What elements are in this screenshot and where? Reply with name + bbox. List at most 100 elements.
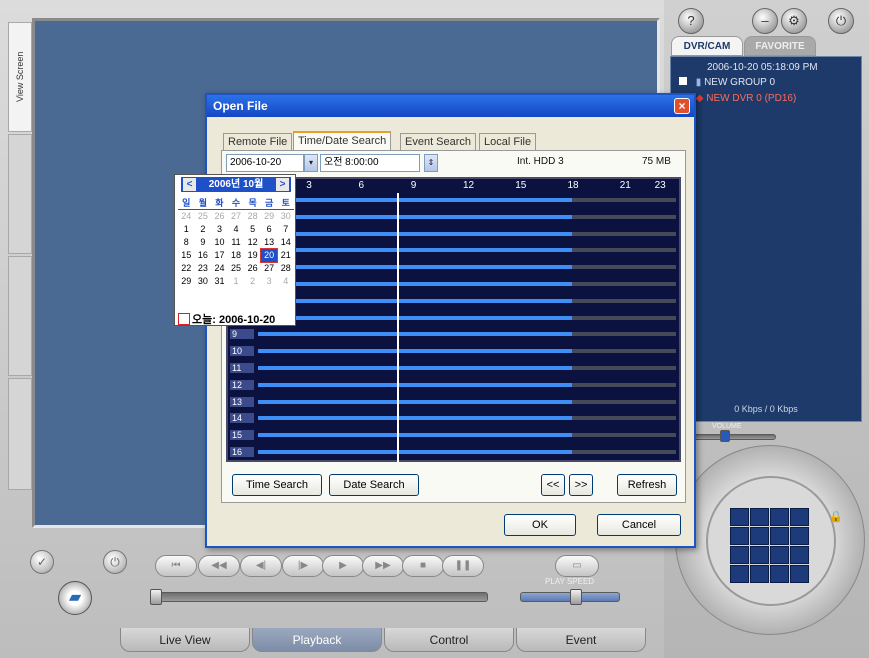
play-button[interactable]: ▶: [322, 555, 364, 577]
tab-local-file[interactable]: Local File: [479, 133, 537, 150]
layout-button-7[interactable]: [770, 527, 789, 545]
step-forward-button[interactable]: |▶: [282, 555, 324, 577]
cancel-button[interactable]: Cancel: [597, 514, 681, 536]
tab-control[interactable]: Control: [384, 628, 514, 652]
layout-button-16[interactable]: [790, 565, 809, 583]
lock-icon[interactable]: 🔒: [829, 510, 843, 523]
play-speed-thumb[interactable]: [570, 589, 582, 605]
date-dropdown-button[interactable]: ▾: [304, 154, 318, 172]
ptz-dial[interactable]: [675, 445, 865, 635]
volume-slider[interactable]: VOLUME: [690, 423, 810, 442]
channel-track[interactable]: 11: [228, 363, 679, 374]
step-back-button[interactable]: ◀|: [240, 555, 282, 577]
tab-time-date-search[interactable]: Time/Date Search: [293, 131, 392, 150]
time-cursor[interactable]: [397, 193, 400, 462]
channel-track[interactable]: 15: [228, 430, 679, 442]
ok-button[interactable]: OK: [504, 514, 576, 536]
calendar-day[interactable]: 24: [178, 210, 195, 223]
calendar-day[interactable]: 25: [195, 210, 212, 223]
side-tab-2[interactable]: [8, 134, 32, 254]
volume-track[interactable]: [690, 434, 776, 440]
calendar-day[interactable]: 10: [211, 236, 228, 249]
tab-favorite[interactable]: FAVORITE: [744, 36, 816, 56]
time-spin-button[interactable]: ⇕: [424, 154, 438, 172]
settings-icon[interactable]: ⚙: [781, 8, 807, 34]
layout-button-8[interactable]: [790, 527, 809, 545]
previous-month-button[interactable]: <: [183, 178, 196, 191]
calendar-day[interactable]: 20: [259, 248, 279, 263]
rewind-button[interactable]: ◀◀: [198, 555, 240, 577]
channel-track[interactable]: 9: [228, 329, 679, 341]
minimize-icon[interactable]: –: [752, 8, 778, 34]
volume-thumb[interactable]: [720, 430, 730, 442]
calendar-day[interactable]: 9: [195, 236, 212, 249]
stop-button[interactable]: ■: [402, 555, 444, 577]
calendar-day[interactable]: 6: [261, 223, 278, 236]
tab-playback[interactable]: Playback: [252, 628, 382, 652]
calendar-day[interactable]: 29: [261, 210, 278, 223]
channel-track[interactable]: 14: [228, 413, 679, 425]
calendar-day[interactable]: 15: [178, 249, 195, 262]
time-search-button[interactable]: Time Search: [232, 474, 322, 496]
calendar-day[interactable]: 30: [195, 275, 212, 288]
date-search-button[interactable]: Date Search: [329, 474, 419, 496]
check-icon[interactable]: ✓: [30, 550, 54, 574]
skip-start-button[interactable]: ⏮: [155, 555, 197, 577]
layout-button-2[interactable]: [750, 508, 769, 526]
help-icon[interactable]: ?: [678, 8, 704, 34]
tab-event-search[interactable]: Event Search: [400, 133, 477, 150]
collapse-icon[interactable]: [679, 77, 687, 85]
layout-button-14[interactable]: [750, 565, 769, 583]
layout-button-9[interactable]: [730, 546, 749, 564]
calendar-day[interactable]: 1: [178, 223, 195, 236]
calendar-day[interactable]: 13: [261, 236, 278, 249]
calendar-day[interactable]: 29: [178, 275, 195, 288]
previous-page-button[interactable]: <<: [541, 474, 565, 496]
snapshot-button[interactable]: ▭: [555, 555, 599, 577]
calendar-day[interactable]: 8: [178, 236, 195, 249]
layout-button-13[interactable]: [730, 565, 749, 583]
calendar-day[interactable]: 2: [195, 223, 212, 236]
calendar-day[interactable]: 17: [211, 249, 228, 262]
tab-dvr-cam[interactable]: DVR/CAM: [671, 36, 743, 56]
calendar-day[interactable]: 25: [228, 262, 245, 275]
layout-button-3[interactable]: [770, 508, 789, 526]
power-small-icon[interactable]: ⏻: [103, 550, 127, 574]
date-picker-field[interactable]: 2006-10-20: [226, 154, 304, 172]
calendar-day[interactable]: 5: [244, 223, 261, 236]
calendar-day[interactable]: 2: [244, 275, 261, 288]
calendar-day[interactable]: 16: [195, 249, 212, 262]
layout-button-11[interactable]: [770, 546, 789, 564]
layout-button-12[interactable]: [790, 546, 809, 564]
tab-view-screen[interactable]: View Screen: [8, 22, 32, 132]
calendar-day[interactable]: 3: [211, 223, 228, 236]
fast-forward-button[interactable]: ▶▶: [362, 555, 404, 577]
calendar-day[interactable]: 4: [277, 275, 294, 288]
calendar-day[interactable]: 18: [228, 249, 245, 262]
calendar-day[interactable]: 28: [277, 262, 294, 275]
layout-button-5[interactable]: [730, 527, 749, 545]
channel-track[interactable]: 16: [228, 447, 679, 458]
calendar-day[interactable]: 3: [261, 275, 278, 288]
calendar-day[interactable]: 7: [277, 223, 294, 236]
refresh-button[interactable]: Refresh: [617, 474, 677, 496]
tree-item-dvr[interactable]: ◆ NEW DVR 0 (PD16): [679, 93, 796, 104]
channel-track[interactable]: 13: [228, 396, 679, 408]
power-icon[interactable]: ⏻: [828, 8, 854, 34]
pause-button[interactable]: ❚❚: [442, 555, 484, 577]
calendar-day[interactable]: 12: [244, 236, 261, 249]
calendar-day[interactable]: 26: [211, 210, 228, 223]
tab-remote-file[interactable]: Remote File: [223, 133, 293, 150]
calendar-day[interactable]: 26: [244, 262, 261, 275]
tab-event[interactable]: Event: [516, 628, 646, 652]
playback-position-thumb[interactable]: [150, 589, 162, 605]
calendar-day[interactable]: 1: [228, 275, 245, 288]
calendar-day[interactable]: 14: [277, 236, 294, 249]
channel-track[interactable]: 12: [228, 379, 679, 391]
side-tab-3[interactable]: [8, 256, 32, 376]
calendar-day[interactable]: 23: [195, 262, 212, 275]
layout-button-4[interactable]: [790, 508, 809, 526]
calendar-today-link[interactable]: 오늘: 2006-10-20: [178, 311, 275, 327]
calendar-day[interactable]: 31: [211, 275, 228, 288]
folder-open-icon[interactable]: ▰: [58, 581, 92, 615]
